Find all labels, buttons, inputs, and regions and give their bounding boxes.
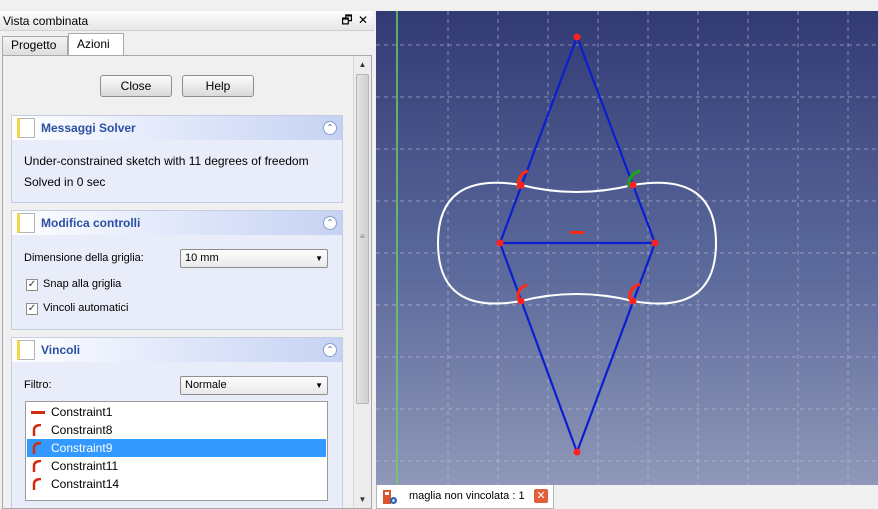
sketch-canvas[interactable] [376,11,878,485]
constraint-row-selected[interactable]: Constraint9 [27,439,326,457]
tangent-constraint-icon [32,442,42,454]
chevron-down-icon: ▼ [315,254,323,263]
auto-constraints-label: Vincoli automatici [43,302,129,314]
filter-select[interactable]: Normale ▼ [180,376,328,395]
edit-controls-body: Dimensione della griglia: 10 mm ▼ ✓ Snap… [12,235,342,329]
grid-size-label: Dimensione della griglia: [24,252,144,264]
tab-progetto[interactable]: Progetto [2,36,68,55]
snap-grid-checkbox[interactable]: ✓ [26,279,38,291]
document-tab-label: maglia non vincolata : 1 [409,490,525,502]
close-button[interactable]: Close [100,75,172,97]
sketch-lines [498,36,657,453]
collapse-icon[interactable]: ⌃ [323,343,337,357]
constraint-row[interactable]: Constraint11 [27,457,326,475]
collapse-icon[interactable]: ⌃ [323,216,337,230]
collapse-icon[interactable]: ⌃ [323,121,337,135]
document-tab-bar: maglia non vincolata : 1 ✕ [376,485,878,509]
document-tab[interactable]: maglia non vincolata : 1 ✕ [376,485,554,509]
edit-controls-header[interactable]: Modifica controlli ⌃ [12,211,342,235]
freecad-document-icon [383,490,397,504]
sketch-3d-view[interactable] [376,11,878,485]
scroll-up-icon[interactable]: ▲ [354,56,371,73]
constraints-header[interactable]: Vincoli ⌃ [12,338,342,362]
scrollbar-thumb[interactable]: ≡ [356,74,369,404]
solver-messages-header[interactable]: Messaggi Solver ⌃ [12,116,342,140]
panel-title: Modifica controlli [41,216,141,230]
grid-size-select[interactable]: 10 mm ▼ [180,249,328,268]
solver-status-text: Under-constrained sketch with 11 degrees… [24,154,309,168]
solver-time-text: Solved in 0 sec [24,175,106,189]
constraint-list[interactable]: Constraint1 Constraint8 Constraint9 Cons… [25,401,328,501]
tangent-constraint-icon [32,478,42,490]
auto-constraints-checkbox[interactable]: ✓ [26,303,38,315]
grid [376,11,878,485]
panel-title: Messaggi Solver [41,121,136,135]
constraint-row[interactable]: Constraint14 [27,475,326,493]
snap-grid-label: Snap alla griglia [43,278,122,290]
grid-size-value: 10 mm [185,252,219,264]
filter-label: Filtro: [24,379,52,391]
tangent-constraint-icon [32,460,42,472]
constraint-row[interactable]: Constraint8 [27,421,326,439]
close-dock-icon[interactable]: ✕ [356,13,370,27]
vertical-scrollbar[interactable]: ▲ ≡ ▼ [353,56,371,508]
horizontal-constraint-icon [31,411,45,414]
float-dock-icon[interactable]: 🗗 [340,13,354,27]
panel-title: Vincoli [41,343,81,357]
constraint-row[interactable]: Constraint1 [27,403,326,421]
panel-document-icon [17,340,35,360]
grip-icon: ≡ [360,232,365,241]
panel-document-icon [17,118,35,138]
tab-content: Close Help Messaggi Solver ⌃ Under-const… [2,55,372,509]
scroll-down-icon[interactable]: ▼ [354,491,371,508]
combo-view-dock: Vista combinata 🗗 ✕ Progetto Azioni Clos… [0,0,374,509]
filter-value: Normale [185,379,227,391]
chevron-down-icon: ▼ [315,381,323,390]
tangent-constraint-icon [32,424,42,436]
tab-azioni[interactable]: Azioni [68,33,124,56]
dock-title: Vista combinata [3,14,89,28]
task-panel-area: Close Help Messaggi Solver ⌃ Under-const… [3,56,353,508]
horizontal-constraint-icon [570,231,584,234]
dock-title-bar: Vista combinata 🗗 ✕ [0,11,374,31]
constraints-panel: Vincoli ⌃ Filtro: Normale ▼ Constraint1 [11,337,343,508]
close-tab-icon[interactable]: ✕ [534,489,548,503]
panel-document-icon [17,213,35,233]
edit-controls-panel: Modifica controlli ⌃ Dimensione della gr… [11,210,343,330]
solver-messages-body: Under-constrained sketch with 11 degrees… [12,140,342,202]
solver-messages-panel: Messaggi Solver ⌃ Under-constrained sket… [11,115,343,203]
help-button[interactable]: Help [182,75,254,97]
